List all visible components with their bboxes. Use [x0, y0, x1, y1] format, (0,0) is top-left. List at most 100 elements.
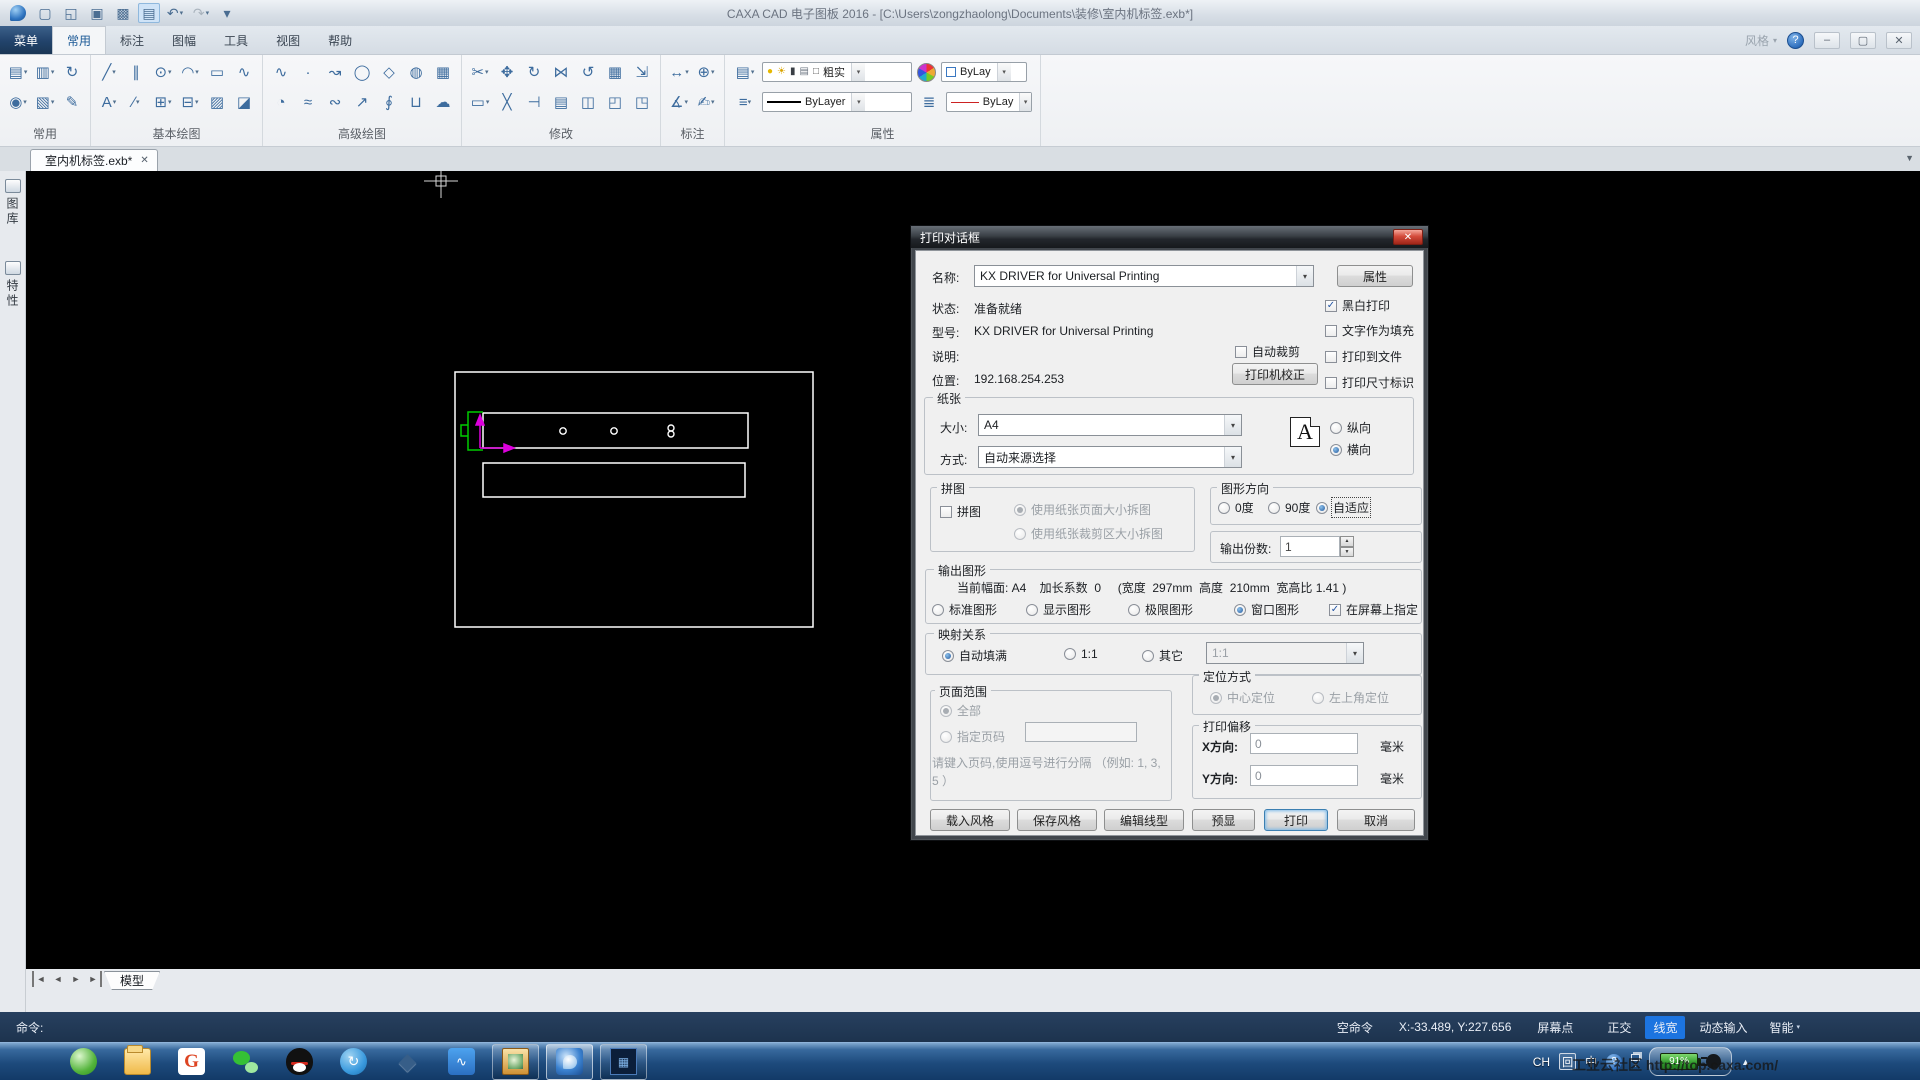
- corner-icon[interactable]: ◳: [630, 89, 654, 115]
- linetype-combo[interactable]: ByLayer ▾: [762, 92, 912, 112]
- tab-common[interactable]: 常用: [52, 26, 106, 54]
- paste-icon[interactable]: ▤▾: [6, 59, 30, 85]
- next-sheet-icon[interactable]: ►: [68, 971, 84, 987]
- extend-icon[interactable]: ⊣: [522, 89, 546, 115]
- text-icon[interactable]: A▾: [97, 89, 121, 115]
- curve-icon[interactable]: ↝: [323, 59, 347, 85]
- copy-icon[interactable]: ▥▾: [33, 59, 57, 85]
- circle-icon[interactable]: ⊙▾: [151, 59, 175, 85]
- save-icon[interactable]: ▣: [86, 3, 108, 23]
- color-wheel-icon[interactable]: [917, 63, 936, 82]
- copy-obj-icon[interactable]: ▤: [549, 89, 573, 115]
- array-icon[interactable]: ▦: [603, 59, 627, 85]
- close-button[interactable]: ✕: [1886, 32, 1912, 49]
- photo-viewer[interactable]: [492, 1044, 539, 1080]
- help-icon[interactable]: ?: [1787, 32, 1804, 49]
- scale-combo[interactable]: 1:1 ▾: [1206, 642, 1364, 664]
- last-sheet-icon[interactable]: ►: [86, 971, 102, 987]
- page-numbers-radio[interactable]: 指定页码: [940, 728, 1005, 745]
- block-edit-icon[interactable]: ◰: [603, 89, 627, 115]
- toggle-dyn-input[interactable]: 动态输入: [1691, 1016, 1755, 1039]
- rotate-90-radio[interactable]: 90度: [1268, 499, 1310, 516]
- polygon-icon[interactable]: ◇: [377, 59, 401, 85]
- paper-size-combo[interactable]: A4 ▾: [978, 414, 1242, 436]
- contour-icon[interactable]: ∮: [377, 89, 401, 115]
- point-mode[interactable]: 屏幕点: [1537, 1019, 1573, 1036]
- minimize-button[interactable]: –: [1814, 32, 1840, 49]
- open-file-icon[interactable]: ◱: [60, 3, 82, 23]
- arrow-icon[interactable]: ↗: [350, 89, 374, 115]
- qq[interactable]: [276, 1044, 323, 1080]
- close-icon[interactable]: ✕: [140, 155, 148, 166]
- print-size-mark-checkbox[interactable]: 打印尺寸标识: [1325, 374, 1414, 391]
- spline-icon[interactable]: ∿: [232, 59, 256, 85]
- ime-options-icon[interactable]: ▾: [1631, 1054, 1640, 1069]
- printer-calibrate-button[interactable]: 打印机校正: [1232, 363, 1318, 385]
- toggle-smart[interactable]: 智能▾: [1761, 1016, 1808, 1039]
- file-explorer[interactable]: [114, 1044, 161, 1080]
- tile-by-page-radio[interactable]: 使用纸张页面大小拆图: [1014, 501, 1151, 518]
- help-tray-icon[interactable]: ?: [1606, 1054, 1622, 1070]
- tab-help[interactable]: 帮助: [314, 26, 366, 54]
- rectangle-icon[interactable]: ▭: [205, 59, 229, 85]
- move-icon[interactable]: ✥: [495, 59, 519, 85]
- save-style-button[interactable]: 保存风格: [1017, 809, 1097, 831]
- extent-graphic-radio[interactable]: 极限图形: [1128, 601, 1193, 618]
- print-button[interactable]: 打印: [1264, 809, 1328, 831]
- auto-fill-radio[interactable]: 自动填满: [942, 647, 1007, 664]
- standard-graphic-radio[interactable]: 标准图形: [932, 601, 997, 618]
- toggle-linewidth[interactable]: 线宽: [1645, 1016, 1685, 1039]
- layer-manager-icon[interactable]: ▤▾: [733, 59, 757, 85]
- block-icon[interactable]: ⊞▾: [151, 89, 175, 115]
- printer-properties-button[interactable]: 属性: [1337, 265, 1413, 287]
- linewidth-combo[interactable]: ByLay ▾: [946, 92, 1032, 112]
- grid-icon[interactable]: ▨: [205, 89, 229, 115]
- printer-name-combo[interactable]: KX DRIVER for Universal Printing ▾: [974, 265, 1314, 287]
- rotate-0-radio[interactable]: 0度: [1218, 499, 1254, 516]
- cylinder-icon[interactable]: ⊔: [404, 89, 428, 115]
- edit-linetype-button[interactable]: 编辑线型: [1104, 809, 1184, 831]
- scale-icon[interactable]: ⇲: [630, 59, 654, 85]
- save-as-icon[interactable]: ▩: [112, 3, 134, 23]
- edit-dim-icon[interactable]: ✍▾: [694, 89, 718, 115]
- spline2-icon[interactable]: ∿: [269, 59, 293, 85]
- print-to-file-checkbox[interactable]: 打印到文件: [1325, 348, 1402, 365]
- new-file-icon[interactable]: ▢: [34, 3, 56, 23]
- erase-icon[interactable]: ✂▾: [468, 59, 492, 85]
- wave-icon[interactable]: ≈: [296, 89, 320, 115]
- auto-crop-checkbox[interactable]: 自动裁剪: [1235, 343, 1300, 360]
- paste-obj-icon[interactable]: ◫: [576, 89, 600, 115]
- offset-y-input[interactable]: [1250, 765, 1358, 786]
- browser-360[interactable]: [60, 1044, 107, 1080]
- color-combo[interactable]: ByLay ▾: [941, 62, 1027, 82]
- arc-icon[interactable]: ◠▾: [178, 59, 202, 85]
- print-icon[interactable]: ▤: [138, 3, 160, 23]
- top-left-position-radio[interactable]: 左上角定位: [1312, 689, 1389, 706]
- close-icon[interactable]: ✕: [1393, 229, 1423, 245]
- wechat[interactable]: [222, 1044, 269, 1080]
- document-tab[interactable]: 室内机标签.exb* ✕: [30, 149, 158, 171]
- refresh-icon[interactable]: ↻: [60, 59, 84, 85]
- sidebar-tab-library[interactable]: 图库: [0, 175, 25, 231]
- zigzag-icon[interactable]: ∾: [323, 89, 347, 115]
- tab-sheet[interactable]: 图幅: [158, 26, 210, 54]
- first-sheet-icon[interactable]: ◄: [32, 971, 48, 987]
- window-graphic-radio[interactable]: 窗口图形: [1234, 601, 1299, 618]
- text-as-fill-checkbox[interactable]: 文字作为填充: [1325, 322, 1414, 339]
- caxa-cad[interactable]: [546, 1044, 593, 1080]
- paper-source-combo[interactable]: 自动来源选择 ▾: [978, 446, 1242, 468]
- landscape-radio[interactable]: 横向: [1330, 441, 1371, 458]
- ime-chinese-indicator[interactable]: 中: [1585, 1053, 1597, 1070]
- ime-lang-indicator[interactable]: CH: [1533, 1055, 1550, 1069]
- point-icon[interactable]: ·: [296, 59, 320, 85]
- tab-annotate[interactable]: 标注: [106, 26, 158, 54]
- line-icon[interactable]: ╱▾: [97, 59, 121, 85]
- show-hidden-icons[interactable]: ▲: [1741, 1057, 1750, 1067]
- offset-x-input[interactable]: [1250, 733, 1358, 754]
- hatch-line-icon[interactable]: ∕▾: [124, 89, 148, 115]
- preview-button[interactable]: 预显: [1192, 809, 1255, 831]
- rotate-angle-icon[interactable]: ↺: [576, 59, 600, 85]
- sidebar-tab-properties[interactable]: 特性: [0, 257, 25, 313]
- tab-list-icon[interactable]: ▼: [1905, 153, 1914, 163]
- region-icon[interactable]: ◪: [232, 89, 256, 115]
